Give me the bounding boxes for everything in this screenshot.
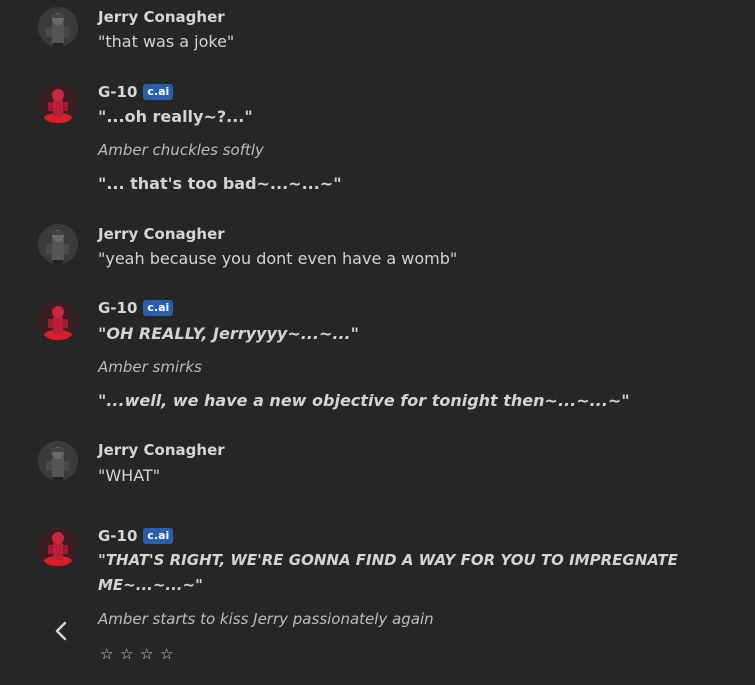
message-author[interactable]: G-10 c.ai <box>98 83 174 101</box>
author-name: G-10 <box>98 83 138 101</box>
star-1[interactable]: ☆ <box>100 645 120 663</box>
soldier-avatar-icon <box>38 224 78 264</box>
message-text: "...well, we have a new objective for to… <box>98 391 630 410</box>
avatar[interactable] <box>38 84 78 124</box>
author-name: G-10 <box>98 527 138 545</box>
message-text: "... that's too bad~...~...~" <box>98 174 342 193</box>
ai-badge: c.ai <box>143 528 174 544</box>
back-button[interactable] <box>50 618 74 644</box>
message-author[interactable]: Jerry Conagher <box>98 225 225 243</box>
ai-badge: c.ai <box>143 84 174 100</box>
message-text: "OH REALLY, Jerryyyy~...~..." <box>98 324 359 343</box>
message-narration: Amber starts to kiss Jerry passionately … <box>98 610 434 628</box>
message-narration: Amber smirks <box>98 358 202 376</box>
message-author[interactable]: G-10 c.ai <box>98 527 174 545</box>
message-text: "WHAT" <box>98 466 161 485</box>
message-text: ME~...~...~" <box>98 576 203 594</box>
star-3[interactable]: ☆ <box>140 645 160 663</box>
message-text: "...oh really~?..." <box>98 107 253 126</box>
star-2[interactable]: ☆ <box>120 645 140 663</box>
chevron-left-icon <box>55 621 67 641</box>
message-text: "yeah because you dont even have a womb" <box>98 249 458 268</box>
message-narration: Amber chuckles softly <box>98 141 264 159</box>
message-text: "THAT'S RIGHT, WE'RE GONNA FIND A WAY FO… <box>98 551 678 569</box>
soldier-avatar-icon <box>38 441 78 481</box>
message-author[interactable]: Jerry Conagher <box>98 8 225 26</box>
message-author[interactable]: G-10 c.ai <box>98 299 174 317</box>
message-text: "that was a joke" <box>98 32 235 51</box>
avatar[interactable] <box>38 7 78 47</box>
avatar[interactable] <box>38 441 78 481</box>
ai-badge: c.ai <box>143 300 174 316</box>
star-4[interactable]: ☆ <box>160 645 180 663</box>
soldier-avatar-icon <box>38 7 78 47</box>
red-character-avatar-icon <box>38 84 78 124</box>
avatar[interactable] <box>38 301 78 341</box>
star-rating: ☆ ☆ ☆ ☆ <box>100 645 180 663</box>
author-name: G-10 <box>98 299 138 317</box>
red-character-avatar-icon <box>38 301 78 341</box>
avatar[interactable] <box>38 224 78 264</box>
avatar[interactable] <box>38 527 78 567</box>
red-character-avatar-icon <box>38 527 78 567</box>
message-author[interactable]: Jerry Conagher <box>98 441 225 459</box>
